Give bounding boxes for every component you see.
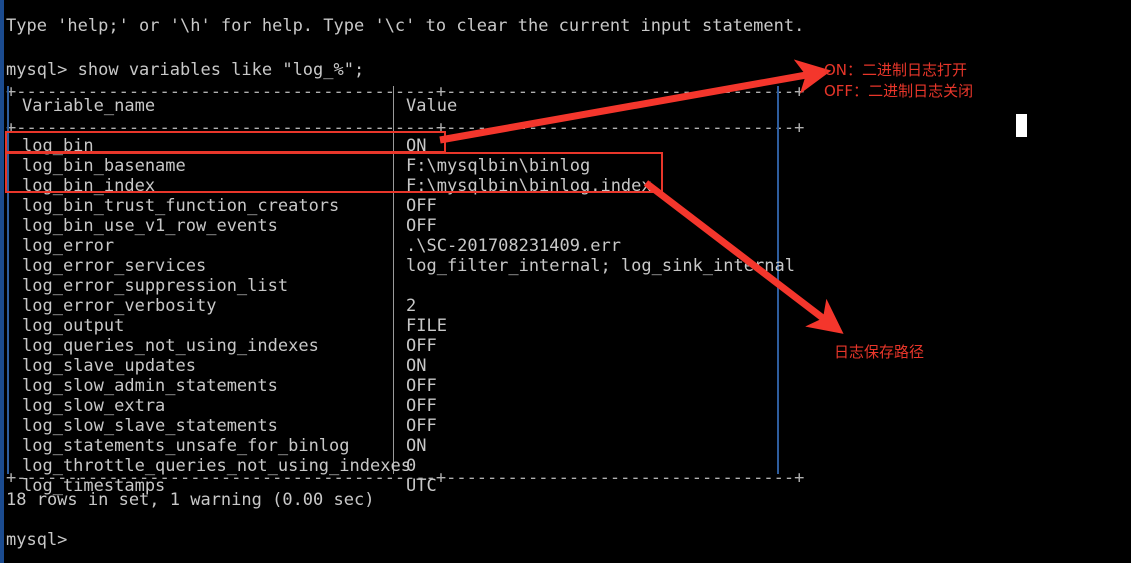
table-cell-value: log_filter_internal; log_sink_internal [406, 256, 795, 276]
table-border-left [7, 86, 9, 474]
column-header-value: Value [406, 96, 458, 116]
result-status-line: 18 rows in set, 1 warning (0.00 sec) [6, 490, 375, 510]
help-hint-line: Type 'help;' or '\h' for help. Type '\c'… [6, 16, 805, 36]
arrow-to-path-note [643, 180, 844, 334]
mysql-prompt-command: mysql> show variables like "log_%"; [6, 60, 365, 80]
table-border-right [777, 86, 779, 474]
table-cell-value: F:\mysqlbin\binlog.index [406, 176, 652, 196]
table-rule-bottom: +---------------------------------------… [6, 468, 805, 488]
window-left-border [0, 0, 4, 563]
note-log-path: 日志保存路径 [834, 343, 925, 361]
note-binlog-on: ON：二进制日志打开 [824, 61, 968, 79]
terminal-window: Type 'help;' or '\h' for help. Type '\c'… [0, 0, 1131, 563]
column-header-variable-name: Variable_name [22, 96, 156, 116]
text-cursor [1016, 114, 1027, 137]
note-binlog-off: OFF：二进制日志关闭 [824, 82, 974, 100]
table-column-separator [393, 86, 394, 474]
trailing-mysql-prompt: mysql> [6, 530, 68, 550]
